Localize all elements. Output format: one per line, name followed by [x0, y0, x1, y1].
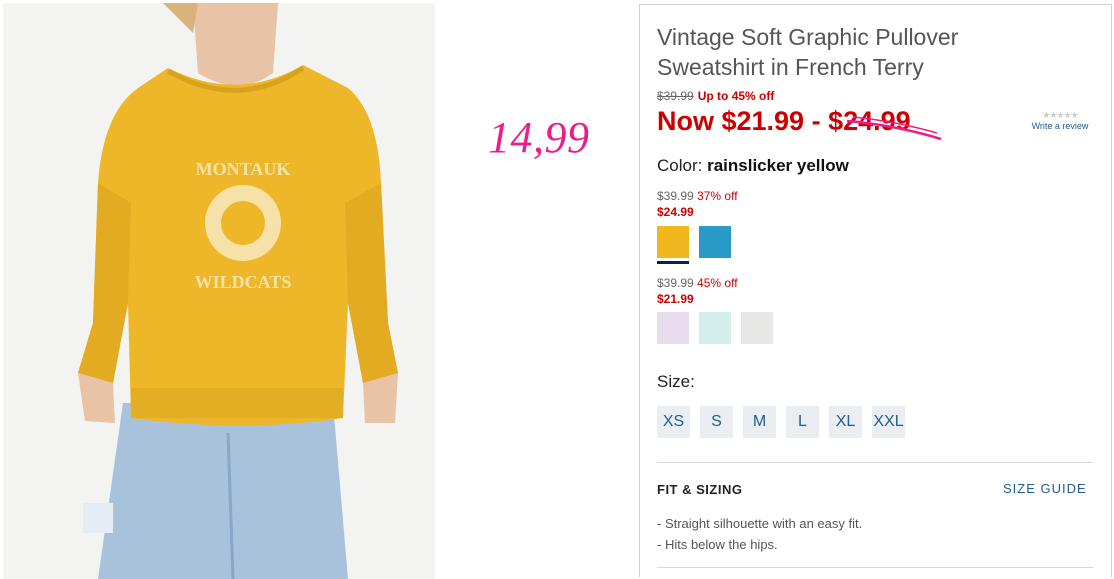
pink-strikethrough-mark [846, 116, 942, 141]
group-sale-price: $21.99 [657, 292, 694, 306]
section-divider [657, 567, 1093, 568]
size-button-xl[interactable]: XL [829, 406, 862, 438]
selected-swatch-indicator [657, 261, 689, 264]
fit-sizing-heading: FIT & SIZING [657, 482, 743, 497]
size-guide-link[interactable]: SIZE GUIDE [1003, 481, 1087, 496]
product-title: Vintage Soft Graphic Pullover Sweatshirt… [657, 24, 959, 80]
section-divider [657, 462, 1093, 463]
color-label: Color: [657, 156, 703, 175]
price-group-1: $39.99 37% off $24.99 [657, 189, 738, 219]
color-selection: Color: rainslicker yellow [657, 156, 849, 176]
price-summary: $39.99 Up to 45% off [657, 89, 774, 103]
product-image[interactable]: MONTAUK WILDCATS [3, 3, 435, 579]
size-button-s[interactable]: S [700, 406, 733, 438]
group-discount: 45% off [697, 276, 738, 290]
size-selector: XS S M L XL XXL [657, 406, 905, 438]
group-sale-price: $24.99 [657, 205, 694, 219]
group-discount: 37% off [697, 189, 738, 203]
star-rating-icon: ★★★★★ [1042, 110, 1078, 120]
model-photo: MONTAUK WILDCATS [3, 3, 435, 579]
now-price-low: Now $21.99 - [657, 106, 829, 136]
size-button-l[interactable]: L [786, 406, 819, 438]
svg-text:WILDCATS: WILDCATS [195, 272, 292, 292]
price-group-2: $39.99 45% off $21.99 [657, 276, 738, 306]
write-review-link[interactable]: Write a review [1025, 121, 1095, 131]
handwritten-price-annotation: 14,99 [488, 113, 590, 162]
fit-details-list: - Straight silhouette with an easy fit. … [657, 513, 862, 555]
group-original-price: $39.99 [657, 189, 694, 203]
size-label: Size: [657, 372, 695, 391]
fit-detail-item: - Straight silhouette with an easy fit. [657, 516, 863, 531]
size-button-m[interactable]: M [743, 406, 776, 438]
discount-text: Up to 45% off [697, 89, 775, 103]
swatch-yellow[interactable] [657, 226, 689, 258]
swatch-lavender[interactable] [657, 312, 689, 344]
swatch-light-gray[interactable] [741, 312, 773, 344]
size-button-xxl[interactable]: XXL [872, 406, 905, 438]
rating-widget[interactable]: ★★★★★ Write a review [1025, 110, 1095, 131]
swatch-blue[interactable] [699, 226, 731, 258]
original-price: $39.99 [657, 89, 694, 103]
color-value: rainslicker yellow [707, 156, 849, 175]
group-original-price: $39.99 [657, 276, 694, 290]
size-button-xs[interactable]: XS [657, 406, 690, 438]
svg-text:MONTAUK: MONTAUK [196, 159, 291, 179]
product-details-panel: Vintage Soft Graphic Pullover Sweatshirt… [639, 4, 1112, 577]
fit-detail-item: - Hits below the hips. [657, 537, 778, 552]
swatch-mint[interactable] [699, 312, 731, 344]
